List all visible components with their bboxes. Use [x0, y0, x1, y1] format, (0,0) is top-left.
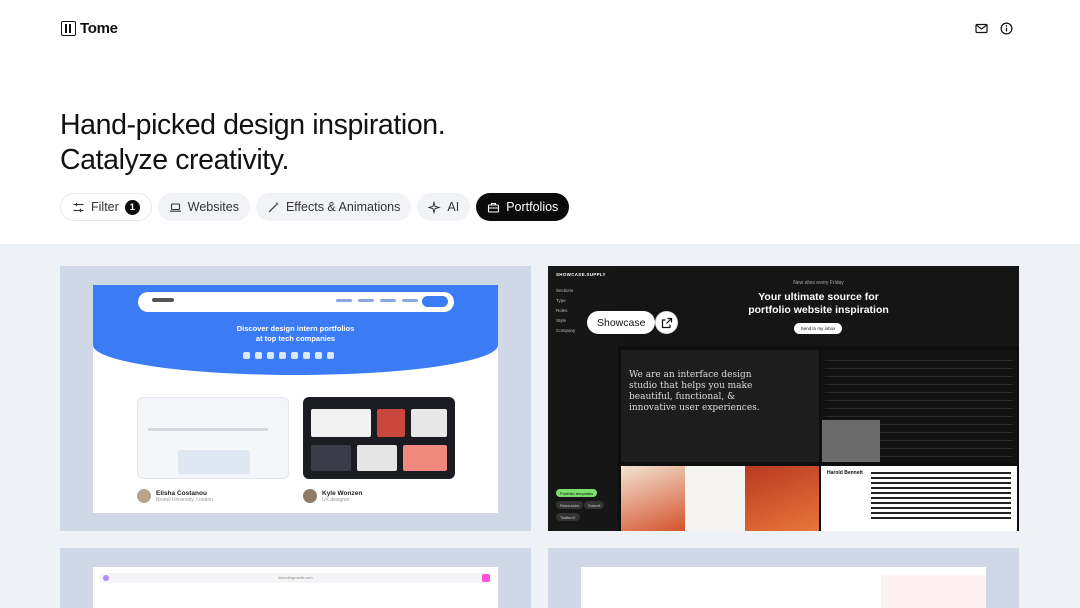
sparkle-icon [428, 200, 442, 214]
info-icon[interactable] [1000, 22, 1013, 35]
preview-hero: New sites every Friday Your ultimate sou… [618, 266, 1019, 346]
preview-kicker: New sites every Friday [793, 280, 844, 286]
mail-icon[interactable] [975, 22, 988, 35]
preview-portfolio-thumb [137, 397, 289, 479]
briefcase-icon [488, 202, 500, 213]
preview-studio-text: We are an interface design studio that h… [629, 370, 760, 413]
card-preview-image: SHOWCASE.SUPPLY Sections Type Roles Styl… [548, 266, 1019, 531]
top-header: Tome [0, 0, 1080, 60]
preview-pill: Portfolio templates [556, 489, 598, 497]
gallery-card[interactable]: linkedingrowth.com [60, 548, 531, 608]
chip-label: Portfolios [506, 200, 559, 214]
card-preview-image: linkedingrowth.com [93, 567, 498, 608]
preview-pill: Resources [556, 501, 584, 509]
preview-company-logos [243, 352, 334, 359]
filter-label: Filter [91, 200, 119, 214]
preview-portfolio-thumb [303, 397, 455, 479]
preview-heading-line-2: portfolio website inspiration [748, 304, 889, 316]
preview-plus-button [482, 574, 490, 582]
avatar [137, 489, 151, 503]
preview-headline: Discover design intern portfolios at top… [93, 324, 498, 344]
sliders-icon [73, 202, 84, 212]
card-preview-image [581, 567, 986, 608]
gallery-card[interactable]: SHOWCASE.SUPPLY Sections Type Roles Styl… [548, 266, 1019, 531]
hero-line-2: Catalyze creativity. [60, 144, 290, 176]
preview-logo [152, 298, 174, 302]
author-sub: UX designer [322, 496, 350, 503]
filter-count-badge: 1 [124, 199, 140, 215]
preview-author: Kyle Wonzen UX designer [303, 489, 362, 503]
page-title: Hand-picked design inspiration. Catalyze… [60, 108, 446, 178]
preview-heading-line-1: Your ultimate source for [758, 291, 879, 303]
preview-phone-photo [822, 420, 880, 462]
preview-pill: Submit [584, 501, 605, 509]
card-preview-image: Discover design intern portfolios at top… [93, 285, 498, 513]
author-sub: Brunel University, London [156, 496, 213, 503]
preview-type-grid: Harold Bennett [821, 466, 1017, 531]
magic-wand-icon [268, 201, 279, 212]
logo-text: Tome [80, 20, 118, 37]
filter-button[interactable]: Filter 1 [60, 193, 152, 221]
preview-blush-panel [881, 575, 986, 608]
author-name: Kyle Wonzen [322, 489, 363, 497]
author-name: Elisha Costanou [156, 489, 207, 497]
avatar [303, 489, 317, 503]
hero-line-1: Hand-picked design inspiration. [60, 109, 446, 141]
gallery-card[interactable]: Discover design intern portfolios at top… [60, 266, 531, 531]
preview-cta: Send to my inbox [794, 323, 842, 334]
gallery-card[interactable] [548, 548, 1019, 608]
preview-brand: SHOWCASE.SUPPLY [556, 272, 606, 277]
preview-studio-shot: We are an interface design studio that h… [621, 350, 819, 462]
chip-label: Effects & Animations [285, 200, 401, 214]
preview-sidebar-item: Type [556, 298, 566, 303]
preview-grid-name: Harold Bennett [827, 470, 863, 476]
tome-logo-icon [61, 21, 76, 36]
preview-headline-line-1: Discover design intern portfolios [236, 324, 355, 333]
preview-pill: Twitter/X [556, 513, 580, 521]
filter-chips: Filter 1 Websites Effects & Animations A… [60, 193, 570, 221]
preview-headline-line-2: at top tech companies [255, 334, 336, 343]
showcase-button[interactable]: Showcase [587, 311, 656, 334]
preview-tiles [621, 466, 819, 531]
external-link-icon [661, 317, 672, 328]
preview-author: Elisha Costanou Brunel University, Londo… [137, 489, 213, 503]
laptop-icon [169, 202, 181, 212]
chip-portfolios[interactable]: Portfolios [476, 193, 570, 221]
chip-ai[interactable]: AI [417, 193, 471, 221]
logo[interactable]: Tome [61, 20, 118, 37]
open-external-button[interactable] [655, 311, 678, 334]
preview-url: linkedingrowth.com [278, 575, 313, 580]
gallery-grid: Discover design intern portfolios at top… [0, 244, 1080, 608]
preview-sidebar: SHOWCASE.SUPPLY Sections Type Roles Styl… [548, 266, 618, 531]
preview-sidebar-item: Sections [556, 288, 574, 293]
preview-nav [138, 292, 454, 312]
preview-heading: Your ultimate source for portfolio websi… [618, 291, 1019, 317]
chip-websites[interactable]: Websites [157, 193, 250, 221]
preview-signup-button [422, 296, 448, 307]
chip-label: Websites [187, 200, 239, 214]
preview-url-bar: linkedingrowth.com [99, 573, 492, 583]
preview-nav-links [336, 299, 418, 302]
chip-effects-animations[interactable]: Effects & Animations [255, 193, 412, 221]
chip-label: AI [447, 200, 460, 214]
